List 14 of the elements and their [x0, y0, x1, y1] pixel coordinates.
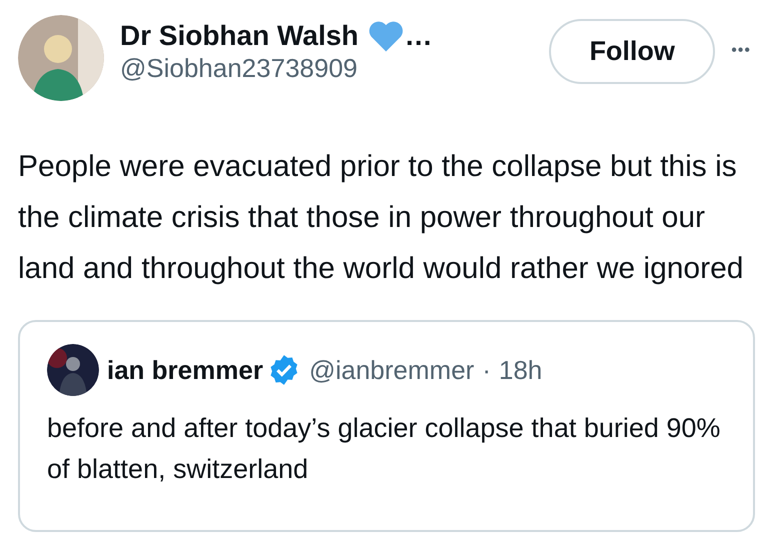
follow-button[interactable]: Follow	[549, 19, 716, 84]
truncation-ellipsis: …	[404, 19, 433, 53]
quoted-author-name[interactable]: ian bremmer	[107, 350, 264, 390]
quoted-author-handle[interactable]: @ianbremmer	[309, 350, 474, 390]
more-button[interactable]: •••	[731, 39, 751, 63]
tweet-text: People were evacuated prior to the collapse but this is the climate crisis that those in power throughout our land and throughout the world would rather we ignored	[18, 149, 744, 287]
timestamp[interactable]: 18h	[498, 350, 542, 390]
avatar	[47, 344, 99, 396]
quoted-tweet-card[interactable]: ian bremmer @ianbremmer · 18h before and after today’s glacier collapse that buried 90% of blatten, switzerland	[18, 320, 755, 532]
quoted-tweet-text: before and after today’s glacier collapse that buried 90% of blatten, switzerland	[47, 412, 722, 486]
author-name[interactable]: Dr Siobhan Walsh	[120, 19, 359, 53]
separator-dot: ·	[482, 354, 491, 386]
heart-icon	[366, 19, 405, 53]
author-handle[interactable]: @Siobhan23738909	[120, 53, 490, 84]
